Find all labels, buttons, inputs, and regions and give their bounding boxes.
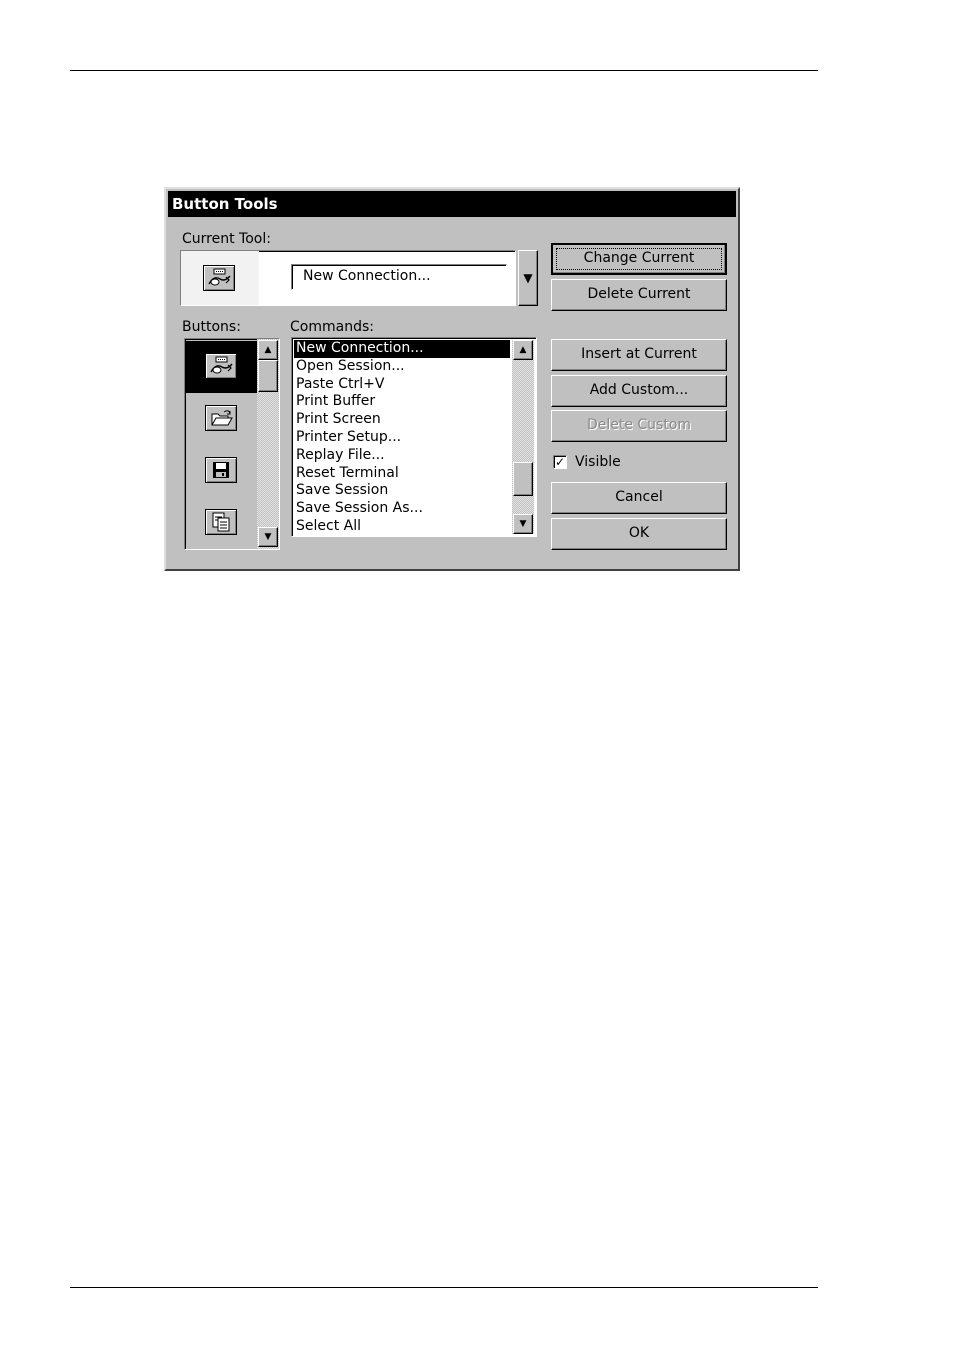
button-slot-save[interactable] xyxy=(185,445,257,497)
buttons-label: Buttons: xyxy=(182,319,241,335)
commands-list: New Connection... Open Session... Paste … xyxy=(291,337,537,537)
arrow-up-icon: ▲ xyxy=(519,345,527,355)
change-current-button[interactable]: Change Current xyxy=(551,243,727,275)
current-tool-box: New Connection... xyxy=(180,250,516,306)
current-tool-command-field[interactable]: New Connection... xyxy=(291,264,507,290)
dialog-title: Button Tools xyxy=(168,191,736,217)
checkmark-icon: ✓ xyxy=(554,455,566,469)
visible-checkbox[interactable]: ✓ xyxy=(553,455,567,469)
list-item[interactable]: Open Session... xyxy=(294,358,510,376)
list-item[interactable]: Save Session As... xyxy=(294,500,510,518)
commands-label: Commands: xyxy=(290,319,374,335)
arrow-down-icon: ▼ xyxy=(519,519,527,529)
commands-scroll-down[interactable]: ▼ xyxy=(513,514,533,534)
cancel-button[interactable]: Cancel xyxy=(551,482,727,514)
current-tool-command-value: New Connection... xyxy=(303,268,431,284)
button-tools-dialog: Button Tools Current Tool: New Connectio… xyxy=(164,187,740,571)
commands-scroll-up[interactable]: ▲ xyxy=(513,340,533,360)
list-item[interactable]: Printer Setup... xyxy=(294,429,510,447)
buttons-scrollbar[interactable]: ▲ ▼ xyxy=(257,339,279,549)
delete-current-button[interactable]: Delete Current xyxy=(551,279,727,311)
arrow-down-icon: ▼ xyxy=(264,532,272,542)
list-item[interactable]: Print Screen xyxy=(294,411,510,429)
insert-at-current-button[interactable]: Insert at Current xyxy=(551,339,727,371)
list-item[interactable]: Save Session xyxy=(294,482,510,500)
page-top-rule xyxy=(70,70,818,71)
floppy-disk-icon xyxy=(205,457,237,483)
commands-scroll-thumb[interactable] xyxy=(513,462,533,496)
current-tool-label: Current Tool: xyxy=(182,231,271,247)
buttons-scroll-down[interactable]: ▼ xyxy=(258,527,278,547)
page-bottom-rule xyxy=(70,1287,818,1288)
delete-custom-button[interactable]: Delete Custom xyxy=(551,410,727,442)
list-item[interactable]: Print Buffer xyxy=(294,393,510,411)
list-item[interactable]: New Connection... xyxy=(294,340,510,358)
arrow-down-icon: ▼ xyxy=(523,271,533,285)
buttons-scroll-thumb[interactable] xyxy=(258,360,278,392)
current-tool-dropdown-button[interactable]: ▼ xyxy=(518,250,538,306)
add-custom-button[interactable]: Add Custom... xyxy=(551,375,727,407)
arrow-up-icon: ▲ xyxy=(264,345,272,355)
button-slot-paste[interactable] xyxy=(185,497,257,549)
buttons-scroll-up[interactable]: ▲ xyxy=(258,340,278,360)
open-folder-icon xyxy=(205,405,237,431)
buttons-list: ▲ ▼ xyxy=(184,338,280,550)
commands-scrollbar[interactable]: ▲ ▼ xyxy=(512,340,534,534)
button-slot-new-connection[interactable] xyxy=(185,341,257,393)
list-item[interactable]: Select All xyxy=(294,518,510,536)
list-item[interactable]: Reset Terminal xyxy=(294,465,510,483)
new-connection-icon xyxy=(205,353,237,379)
visible-label: Visible xyxy=(575,454,621,470)
list-item[interactable]: Paste Ctrl+V xyxy=(294,376,510,394)
ok-button[interactable]: OK xyxy=(551,518,727,550)
new-connection-icon xyxy=(203,265,235,291)
list-item[interactable]: Replay File... xyxy=(294,447,510,465)
button-slot-open[interactable] xyxy=(185,393,257,445)
paste-icon xyxy=(205,509,237,535)
